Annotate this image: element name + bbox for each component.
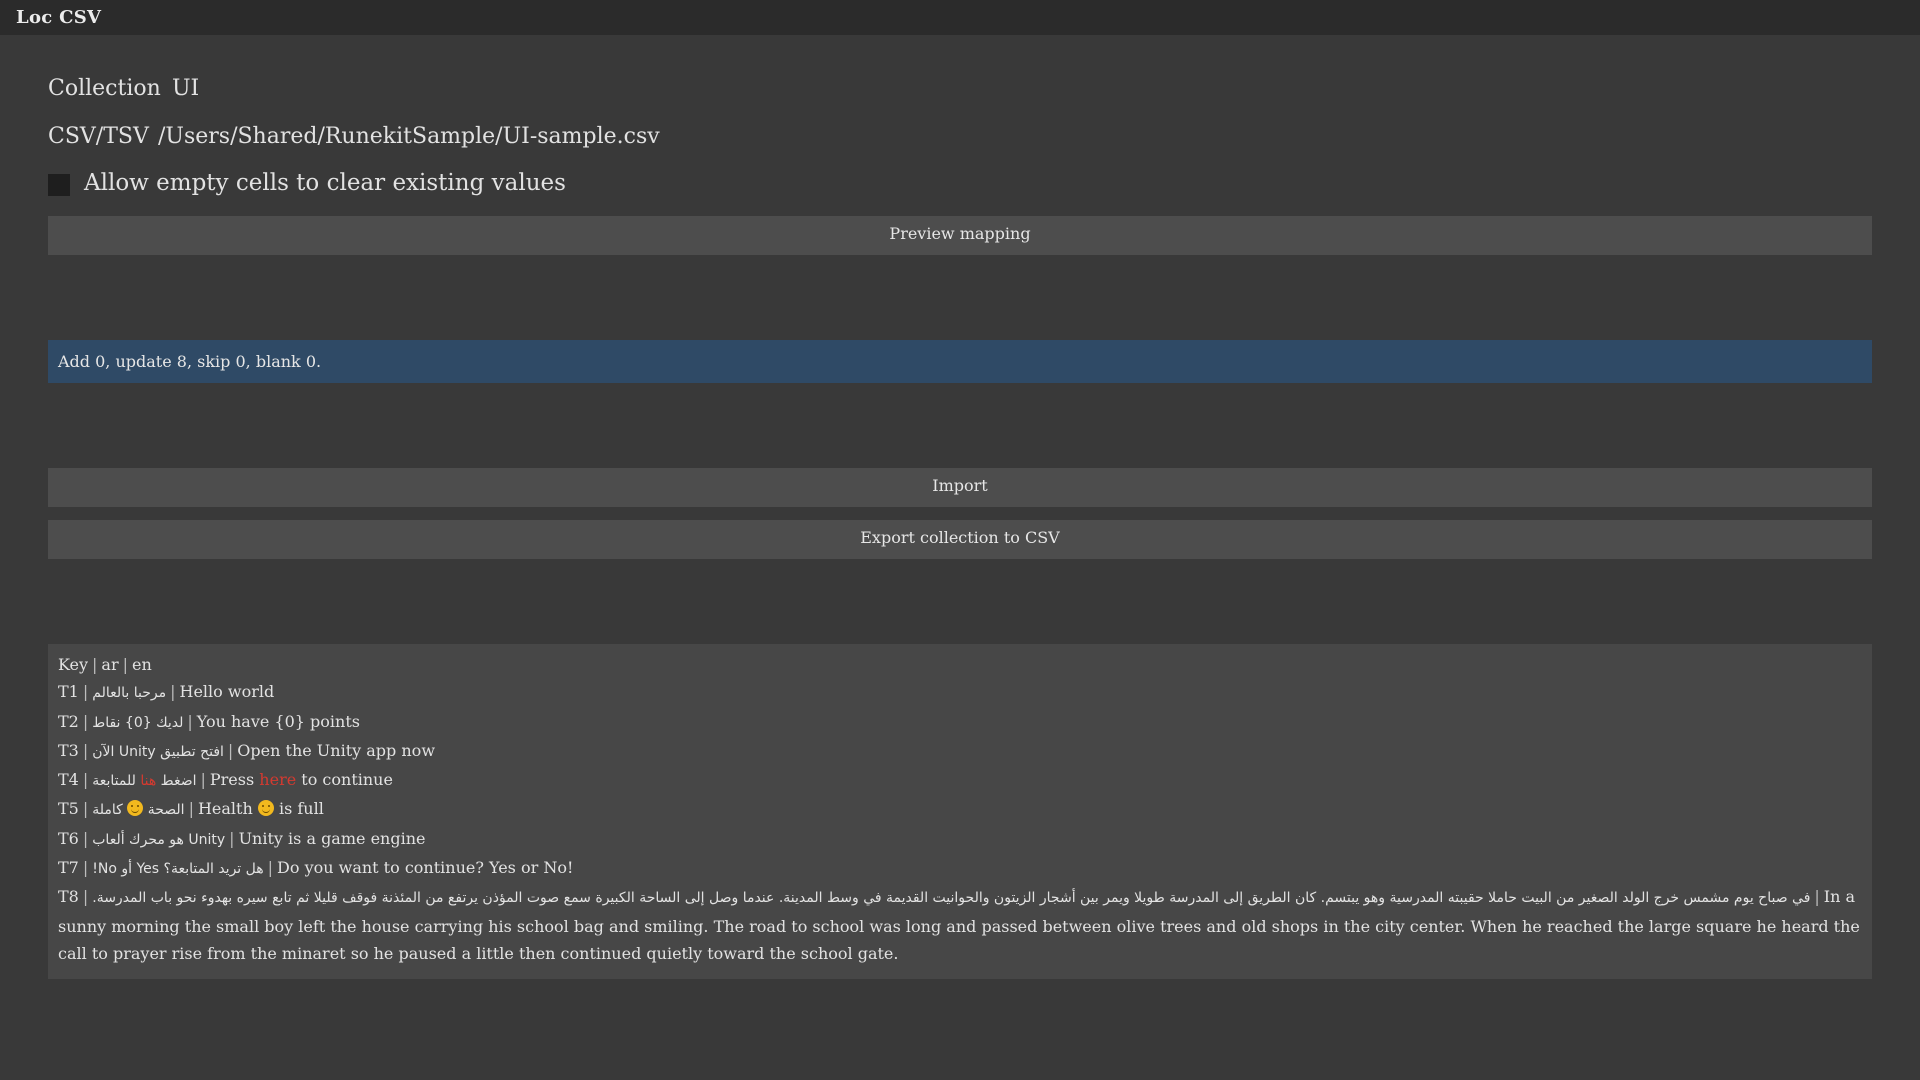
- smiling-face-icon: [127, 800, 144, 817]
- row-key: T5: [58, 799, 79, 819]
- row-ar-after: كاملة: [92, 802, 123, 819]
- row-en-before: Press: [209, 770, 255, 790]
- header-en: en: [132, 655, 152, 674]
- row-ar-before: اضغط: [160, 773, 197, 790]
- table-row: T7 | هل تريد المتابعة؟ Yes أو No! | Do you w…: [58, 854, 1862, 883]
- row-en: Open the Unity app now: [237, 740, 436, 760]
- table-row: T6 | Unity هو محرك ألعاب | Unity is a game e…: [58, 825, 1862, 854]
- separator: |: [82, 887, 89, 907]
- row-en-highlight: here: [259, 770, 297, 790]
- separator: |: [227, 740, 234, 760]
- row-ar-before: الصحة: [147, 802, 185, 819]
- allow-empty-checkbox[interactable]: [48, 174, 70, 196]
- csv-label: CSV/TSV: [48, 123, 149, 149]
- separator: |: [82, 828, 89, 848]
- row-ar: Unity هو محرك ألعاب: [92, 831, 226, 848]
- row-ar: لديك {0} نقاط: [92, 714, 184, 731]
- separator: |: [82, 799, 89, 819]
- separator: |: [187, 711, 193, 731]
- row-en: Press here to continue: [210, 770, 393, 789]
- allow-empty-row: Allow empty cells to clear existing valu…: [48, 165, 566, 201]
- separator: |: [188, 799, 194, 819]
- row-ar: في صباح يوم مشمس خرج الولد الصغير من الب…: [92, 890, 1811, 907]
- row-en-after: is full: [278, 799, 324, 819]
- separator: |: [82, 740, 89, 760]
- separator: |: [82, 770, 89, 790]
- separator: |: [82, 711, 89, 731]
- separator: |: [1814, 887, 1820, 907]
- table-row: T4 | اضغط هنا للمتابعة | Press here to conti…: [58, 766, 1862, 795]
- header-ar: ar: [101, 655, 119, 674]
- summary-banner: Add 0, update 8, skip 0, blank 0.: [48, 340, 1872, 383]
- row-key: T3: [58, 740, 79, 760]
- csv-path-field[interactable]: /Users/Shared/RunekitSample/UI-sample.cs…: [158, 124, 660, 149]
- row-en-before: Health: [197, 799, 253, 819]
- separator: |: [82, 682, 89, 702]
- row-ar: هل تريد المتابعة؟ Yes أو No!: [92, 861, 264, 878]
- row-key: T1: [58, 682, 79, 702]
- row-en: Health is full: [198, 799, 324, 818]
- table-row: T8 | في صباح يوم مشمس خرج الولد الصغير من …: [58, 883, 1862, 967]
- export-csv-button[interactable]: Export collection to CSV: [48, 520, 1872, 559]
- separator: |: [122, 655, 128, 674]
- preview-table: Key | ar | en T1 | مرحبا بالعالم | Hello world T…: [48, 644, 1872, 980]
- summary-text: Add 0, update 8, skip 0, blank 0.: [58, 352, 322, 371]
- separator: |: [229, 828, 235, 848]
- window-title: Loc CSV: [16, 7, 102, 28]
- smiling-face-icon: [257, 800, 274, 817]
- separator: |: [200, 770, 206, 790]
- row-en-after: to continue: [301, 770, 393, 790]
- row-en: Hello world: [179, 682, 275, 702]
- row-key: T4: [58, 770, 79, 790]
- collection-value[interactable]: UI: [172, 76, 199, 101]
- import-button[interactable]: Import: [48, 468, 1872, 507]
- separator: |: [82, 858, 89, 878]
- separator: |: [92, 655, 98, 674]
- table-row: T1 | مرحبا بالعالم | Hello world: [58, 678, 1862, 707]
- collection-row: Collection UI: [48, 71, 199, 105]
- table-row: T5 | الصحة كاملة | Health is full: [58, 795, 1862, 824]
- row-key: T6: [58, 828, 79, 848]
- title-bar: Loc CSV: [0, 0, 1920, 35]
- allow-empty-label: Allow empty cells to clear existing valu…: [84, 170, 566, 196]
- preview-header: Key | ar | en: [58, 651, 1862, 678]
- row-ar-highlight: هنا: [140, 773, 157, 790]
- table-row: T2 | لديك {0} نقاط | You have {0} points: [58, 708, 1862, 737]
- row-ar: الصحة كاملة: [92, 800, 185, 819]
- row-key: T7: [58, 858, 79, 878]
- preview-mapping-button[interactable]: Preview mapping: [48, 216, 1872, 255]
- row-key: T8: [58, 887, 79, 907]
- header-key: Key: [58, 655, 89, 674]
- row-en: Unity is a game engine: [238, 828, 426, 848]
- separator: |: [267, 858, 274, 878]
- row-ar-after: للمتابعة: [92, 773, 136, 790]
- collection-label: Collection: [48, 75, 161, 101]
- row-en: Do you want to continue? Yes or No!: [277, 858, 574, 878]
- csv-path-row: CSV/TSV /Users/Shared/RunekitSample/UI-s…: [48, 119, 660, 153]
- separator: |: [170, 682, 176, 702]
- row-ar: افتح تطبيق Unity الآن: [92, 743, 224, 760]
- row-key: T2: [58, 711, 79, 731]
- row-ar: اضغط هنا للمتابعة: [92, 773, 196, 789]
- table-row: T3 | افتح تطبيق Unity الآن | Open the Unity …: [58, 737, 1862, 766]
- row-en: You have {0} points: [196, 711, 360, 731]
- row-ar: مرحبا بالعالم: [92, 685, 167, 702]
